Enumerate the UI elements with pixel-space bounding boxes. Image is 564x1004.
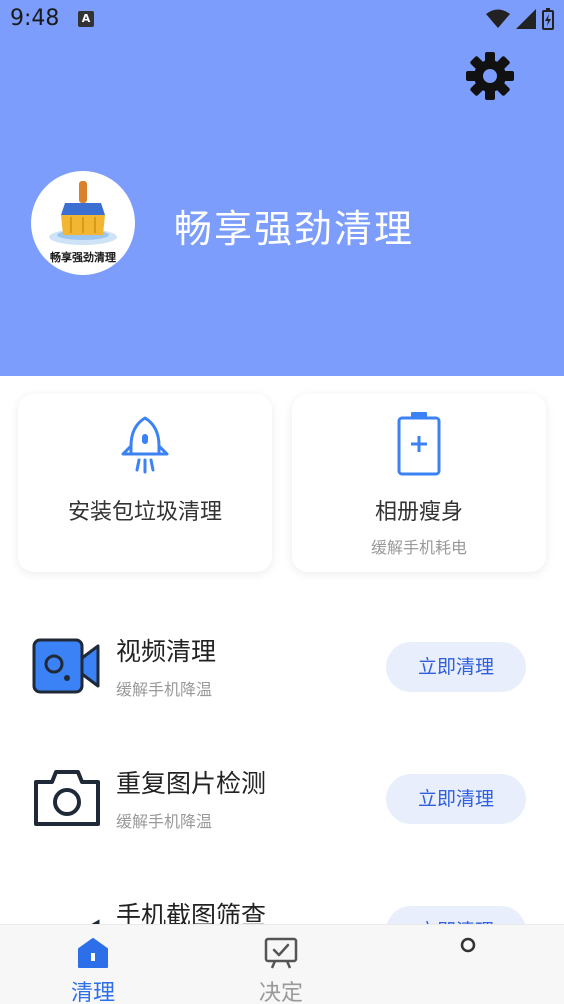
signal-icon (516, 9, 536, 29)
app-logo: 畅享强劲清理 (31, 171, 135, 275)
header: 9:48 A 畅享强劲清理 畅享强劲清理 (0, 0, 564, 376)
status-time: 9:48 (10, 6, 60, 31)
notification-icon: A (78, 11, 94, 27)
home-icon (78, 938, 108, 968)
clean-now-button[interactable]: 立即清理 (386, 642, 526, 692)
circle-icon (460, 937, 476, 953)
card-title: 相册瘦身 (374, 500, 463, 525)
list-item-video-cleanup: 视频清理 缓解手机降温 立即清理 (0, 612, 564, 722)
video-camera-icon (32, 638, 100, 694)
wifi-icon (486, 9, 510, 28)
row-title: 视频清理 (116, 637, 217, 666)
card-album-slim[interactable]: 相册瘦身 缓解手机耗电 (292, 394, 546, 572)
battery-icon (397, 412, 441, 476)
card-title: 安装包垃圾清理 (67, 500, 222, 525)
list-item-duplicate-photos: 重复图片检测 缓解手机降温 立即清理 (0, 744, 564, 854)
settings-gear-icon[interactable] (464, 50, 516, 102)
nav-tab-decide[interactable]: 决定 (221, 925, 341, 1004)
card-subtitle: 缓解手机耗电 (370, 538, 467, 557)
bottom-nav: 清理 决定 (0, 924, 564, 1004)
camera-icon (34, 770, 100, 826)
nav-label: 决定 (258, 981, 303, 1004)
check-board-icon (264, 937, 298, 969)
card-package-cleanup[interactable]: 安装包垃圾清理 (18, 394, 272, 572)
app-title: 畅享强劲清理 (174, 207, 415, 251)
row-subtitle: 缓解手机降温 (116, 680, 213, 699)
status-icons (486, 8, 554, 30)
clean-now-button[interactable]: 立即清理 (386, 774, 526, 824)
rocket-icon (121, 416, 169, 474)
logo-text: 畅享强劲清理 (50, 251, 116, 264)
row-title: 重复图片检测 (116, 769, 267, 798)
nav-tab-profile[interactable] (408, 925, 528, 1004)
nav-label: 清理 (70, 981, 115, 1004)
battery-status-icon (542, 8, 554, 30)
nav-tab-clean[interactable]: 清理 (33, 925, 153, 1004)
status-bar: 9:48 A (0, 0, 564, 40)
row-subtitle: 缓解手机降温 (116, 812, 213, 831)
